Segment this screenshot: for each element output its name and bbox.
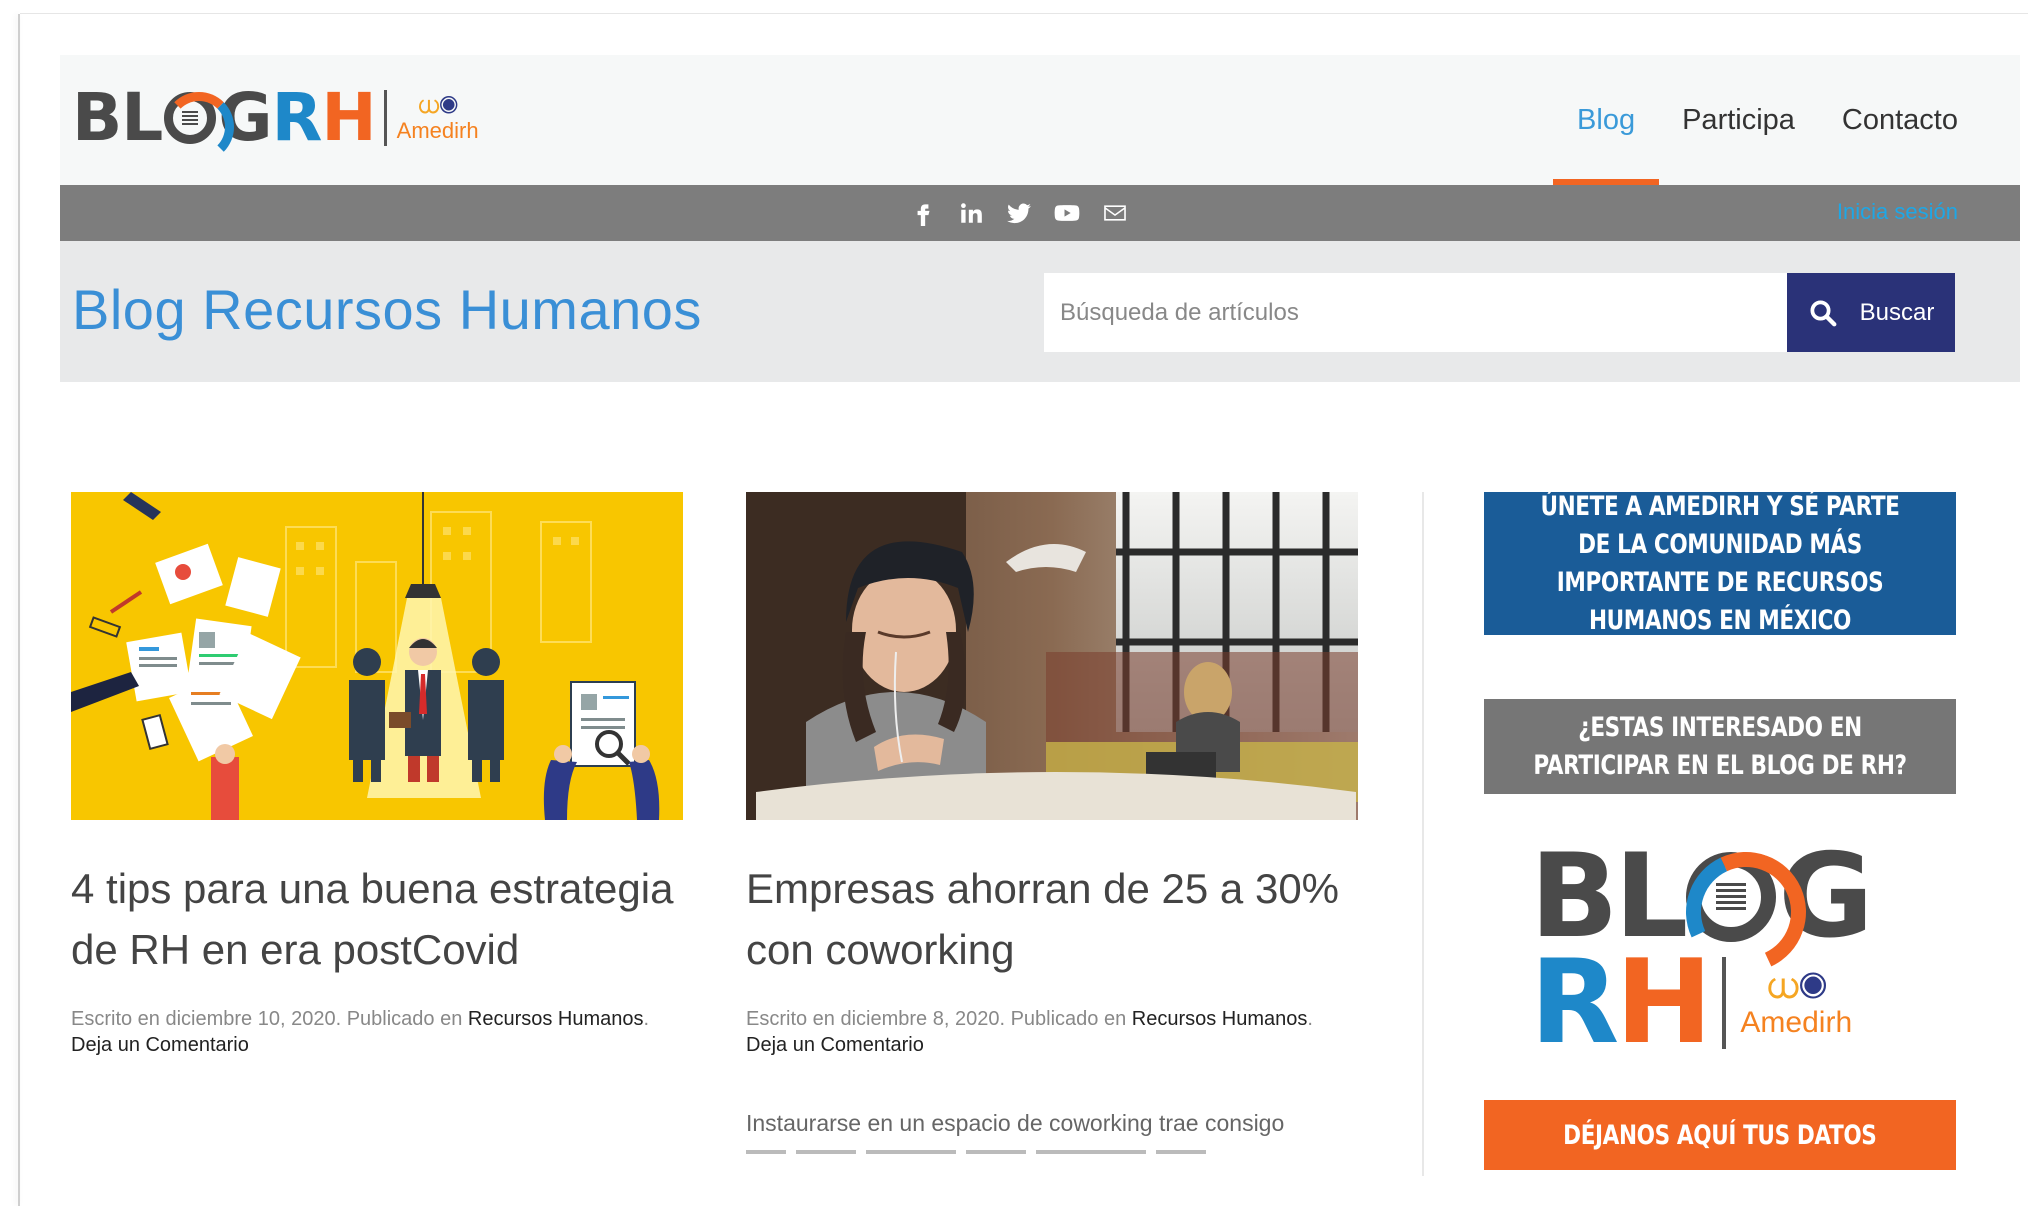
search-button[interactable]: Buscar [1787, 273, 1955, 352]
twitter-icon[interactable] [1006, 200, 1032, 226]
facebook-icon[interactable] [910, 200, 936, 226]
sidebar-logo-top: BL G [1530, 829, 1874, 964]
social-icons [910, 185, 1128, 241]
logo-separator [383, 90, 387, 146]
amedirh-name: Amedirh [396, 118, 479, 143]
search-input[interactable] [1044, 273, 1787, 352]
frame-top-edge [20, 0, 2028, 14]
column-divider [1422, 492, 1424, 1176]
amedirh-logo: ധ◉ Amedirh [397, 94, 479, 142]
join-amedirh-banner[interactable]: ÚNETE A AMEDIRH Y SÉ PARTE DE LA COMUNID… [1484, 491, 1956, 636]
join-banner-text: ÚNETE A AMEDIRH Y SÉ PARTE DE LA COMUNID… [1540, 490, 1900, 636]
nav-contacto[interactable]: Contacto [1842, 55, 1958, 185]
participate-banner[interactable]: ¿ESTAS INTERESADO EN PARTICIPAR EN EL BL… [1484, 699, 1956, 794]
comment-link[interactable]: Deja un Comentario [71, 1032, 249, 1058]
logo-o-icon [164, 92, 235, 162]
participate-banner-text: ¿ESTAS INTERESADO EN PARTICIPAR EN EL BL… [1533, 711, 1907, 781]
article-card: Empresas ahorran de 25 a 30% con coworki… [746, 492, 1358, 1156]
amedirh-mark-icon: ധ◉ [416, 92, 459, 119]
excerpt-cut-off-line [746, 1142, 1358, 1156]
article-date: Escrito en diciembre 8, 2020. Publicado … [746, 1008, 1132, 1030]
amedirh-name: Amedirh [1740, 1006, 1853, 1039]
login-link[interactable]: Inicia sesión [1837, 199, 1958, 225]
nav-participa[interactable]: Participa [1682, 55, 1795, 185]
nav-blog[interactable]: Blog [1553, 55, 1660, 185]
article-excerpt: Instaurarse en un espacio de coworking t… [746, 1110, 1285, 1136]
frame-left-edge [18, 14, 20, 1206]
linkedin-icon[interactable] [958, 200, 984, 226]
article-title[interactable]: 4 tips para una buena estrategia de RH e… [71, 858, 683, 980]
article-date: Escrito en diciembre 10, 2020. Publicado… [71, 1008, 468, 1030]
article-card: 4 tips para una buena estrategia de RH e… [71, 492, 683, 1058]
search-band: Blog Recursos Humanos Buscar [60, 241, 2020, 382]
mail-icon[interactable] [1102, 200, 1128, 226]
logo-o-icon [1686, 852, 1777, 942]
amedirh-logo: ധ◉ Amedirh [1740, 968, 1852, 1038]
leave-data-button[interactable]: DÉJANOS AQUÍ TUS DATOS [1484, 1100, 1956, 1170]
main-nav: Blog Participa Contacto [1553, 55, 1958, 185]
youtube-icon[interactable] [1054, 200, 1080, 226]
article-meta: Escrito en diciembre 8, 2020. Publicado … [746, 1006, 1358, 1058]
article-category-link[interactable]: Recursos Humanos [1132, 1008, 1308, 1030]
page-title: Blog Recursos Humanos [72, 278, 702, 341]
social-bar: Inicia sesión [60, 185, 2020, 241]
meta-period: . [1307, 1008, 1313, 1030]
article-image-coworking[interactable] [746, 492, 1358, 820]
comment-link[interactable]: Deja un Comentario [746, 1032, 924, 1058]
article-title[interactable]: Empresas ahorran de 25 a 30% con coworki… [746, 858, 1358, 980]
article-image-hr-strategy[interactable] [71, 492, 683, 820]
leave-data-label: DÉJANOS AQUÍ TUS DATOS [1563, 1119, 1877, 1151]
site-header: BL GRH ധ◉ Amedirh Blog Participa Contacto [60, 55, 2020, 185]
search-button-label: Buscar [1859, 298, 1935, 326]
logo-separator [1722, 957, 1727, 1049]
sidebar-logo-bottom: RH ധ◉ Amedirh [1530, 935, 1853, 1070]
article-meta: Escrito en diciembre 10, 2020. Publicado… [71, 1006, 683, 1058]
sidebar-blogrh-logo[interactable]: BL G RH ധ◉ Amedirh [1530, 829, 1910, 1070]
browser-frame: BL GRH ധ◉ Amedirh Blog Participa Contacto [0, 0, 2028, 1206]
blogrh-logo[interactable]: BL GRH ധ◉ Amedirh [72, 73, 479, 163]
article-category-link[interactable]: Recursos Humanos [468, 1008, 644, 1030]
meta-period: . [643, 1008, 650, 1030]
logo-wordmark: BL GRH [72, 79, 377, 162]
search-icon [1810, 300, 1837, 326]
amedirh-mark-icon: ധ◉ [1765, 965, 1828, 1006]
